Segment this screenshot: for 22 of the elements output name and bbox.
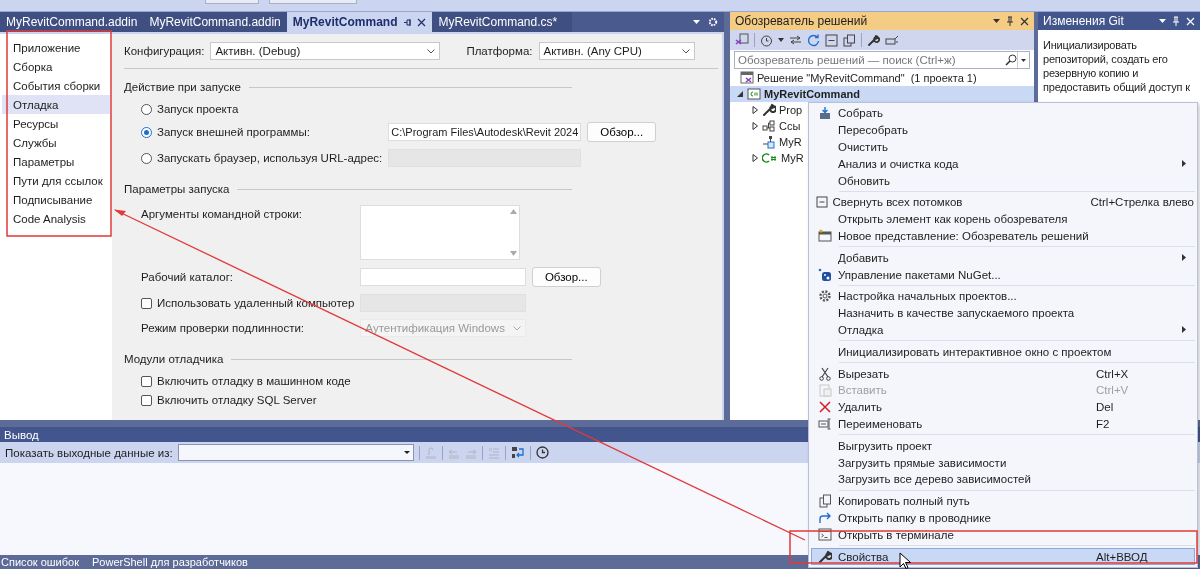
shortcut-label: Ctrl+V <box>1096 384 1129 397</box>
panel-title: Вывод <box>4 428 39 441</box>
field-label: Платформа: <box>466 45 533 57</box>
section-heading: Модули отладчика <box>124 353 224 365</box>
section-heading: Параметры запуска <box>124 183 230 195</box>
panel-title: Обозреватель решений <box>735 14 869 28</box>
field-label: Рабочий каталог: <box>141 271 235 283</box>
shortcut-label: Ctrl+X <box>1096 367 1129 380</box>
section-heading: Действие при запуске <box>124 81 241 93</box>
field-label: Режим проверки подлинности: <box>141 322 306 334</box>
shortcut-label: Del <box>1096 401 1114 414</box>
option-label: Запуск проекта <box>157 103 239 115</box>
option-label: Запуск внешней программы: <box>157 126 310 138</box>
info-text: Инициализировать репозиторий, создать его резервную копию и предоставить общий доступ к <box>1042 38 1191 94</box>
panel-title: Изменения Git <box>1043 14 1125 28</box>
shortcut-label: Ctrl+Стрелка влево <box>1090 196 1194 209</box>
field-label: Аргументы командной строки: <box>141 207 303 220</box>
field-label: Показать выходные данные из: <box>5 446 173 459</box>
field-label: Конфигурация: <box>124 45 205 57</box>
shortcut-label: F2 <box>1096 417 1110 430</box>
option-label: Включить отладку SQL Server <box>157 394 317 406</box>
shortcut-label: Alt+ВВОД <box>1096 550 1148 563</box>
